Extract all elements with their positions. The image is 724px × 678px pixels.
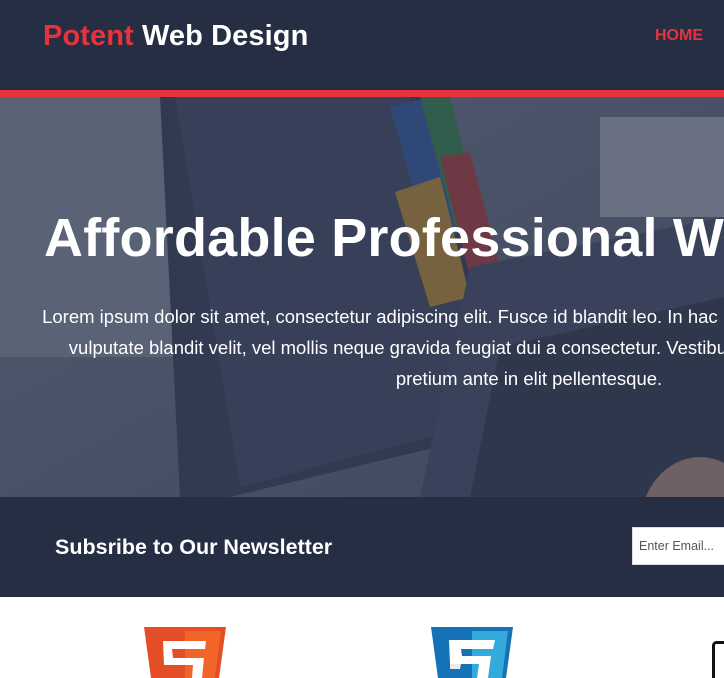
tech-logos-section — [0, 597, 724, 678]
logo-rest: Web Design — [133, 20, 309, 52]
hero-section: Affordable Professional Web Design Lorem… — [0, 97, 724, 497]
html5-icon — [144, 627, 226, 678]
header-accent-stripe — [0, 90, 724, 97]
css3-icon — [431, 627, 513, 678]
hero-overlay — [0, 97, 724, 497]
nav-home-link[interactable]: HOME — [655, 27, 703, 45]
hero-title: Affordable Professional Web Design — [44, 208, 724, 268]
site-header: Potent Web Design HOME — [0, 0, 724, 90]
site-logo[interactable]: Potent Web Design — [43, 20, 308, 53]
newsletter-section: Subsribe to Our Newsletter — [0, 497, 724, 597]
device-icon — [712, 641, 724, 678]
hero-description: Lorem ipsum dolor sit amet, consectetur … — [42, 306, 724, 389]
newsletter-title: Subsribe to Our Newsletter — [55, 535, 333, 559]
email-input[interactable] — [632, 527, 724, 565]
logo-accent: Potent — [43, 20, 134, 52]
